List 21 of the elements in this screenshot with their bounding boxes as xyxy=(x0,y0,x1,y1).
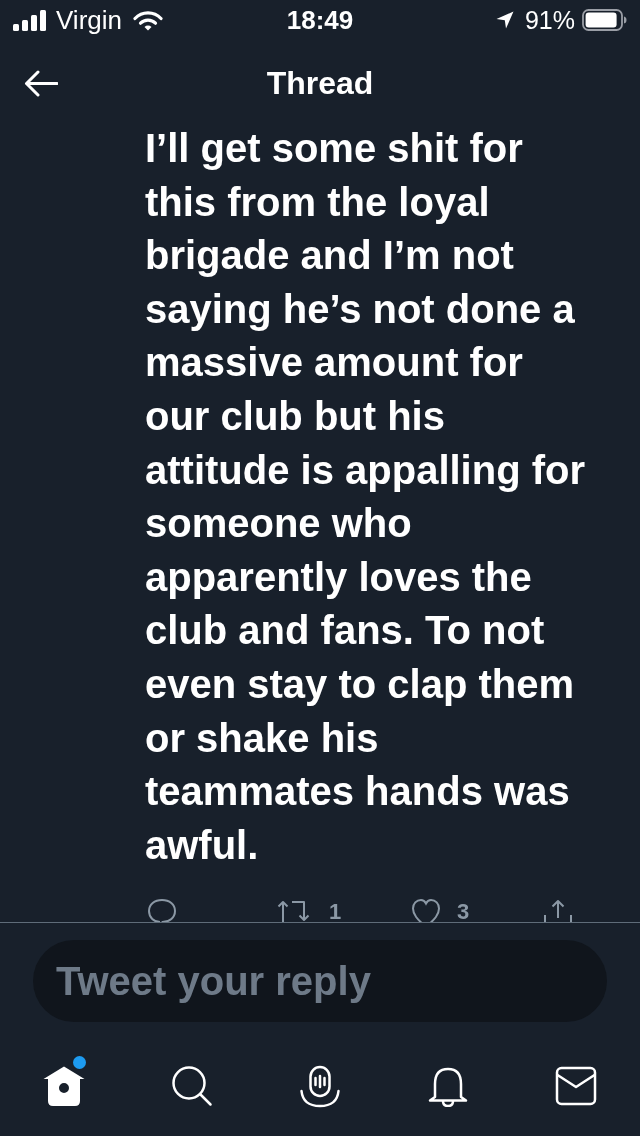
battery-icon xyxy=(582,9,627,31)
heart-icon[interactable] xyxy=(411,898,441,923)
carrier-name: Virgin xyxy=(56,5,122,35)
house-icon[interactable] xyxy=(42,1065,86,1108)
clock-time: 18:49 xyxy=(286,5,354,35)
search-icon[interactable] xyxy=(171,1065,213,1108)
battery-percentage: 91% xyxy=(524,5,575,35)
microphone-icon[interactable] xyxy=(299,1064,341,1109)
signal-icon xyxy=(13,9,46,31)
envelope-icon[interactable] xyxy=(555,1066,597,1107)
tweet-text: I’ll get some shit for this from the loyal brigade and I’m not saying he’s not done a massive amount for our club but his attitude is appalling for someone who apparently loves the club and fans. To not even stay to clap them or shake his teammates hands was awful. xyxy=(145,125,587,869)
bell-icon[interactable] xyxy=(427,1065,469,1108)
wifi-icon xyxy=(133,9,163,31)
share-arrow-icon[interactable] xyxy=(543,898,573,923)
back-arrow-icon[interactable] xyxy=(24,69,58,97)
page-title: Thread xyxy=(266,64,374,102)
speech-bubble-icon[interactable] xyxy=(147,898,177,923)
like-count: 3 xyxy=(457,902,470,923)
reply-field[interactable]: Tweet your reply xyxy=(33,940,607,1023)
retweet-count: 1 xyxy=(329,902,342,923)
location-arrow-icon xyxy=(495,11,514,29)
